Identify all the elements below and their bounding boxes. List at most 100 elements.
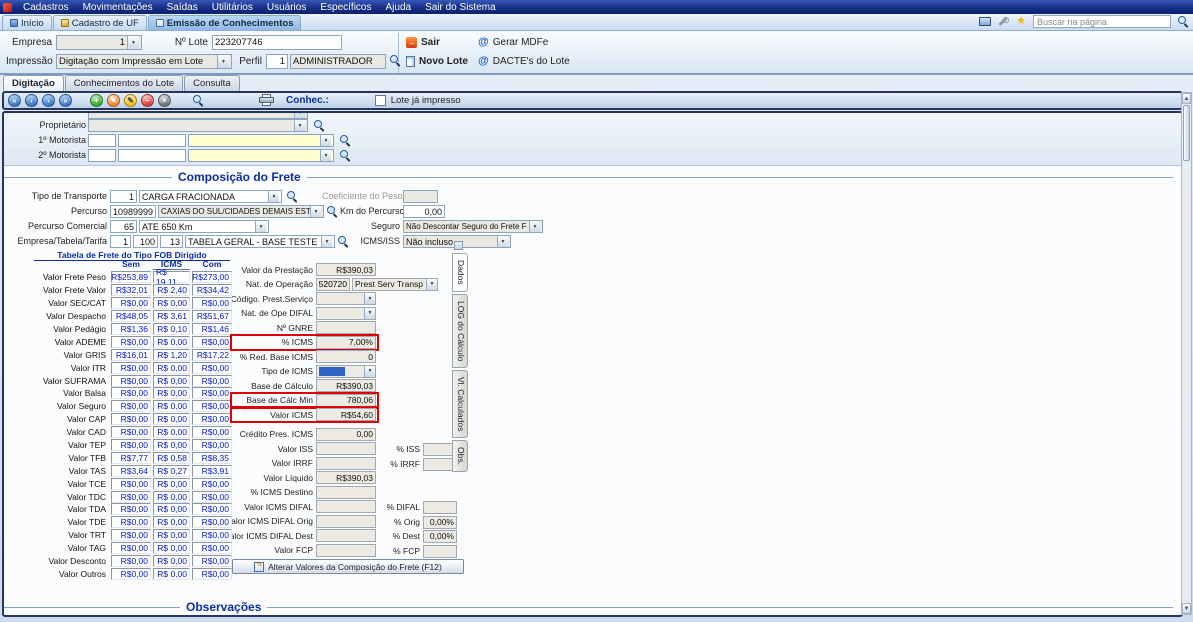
- freight-value-cell[interactable]: R$7,77: [111, 452, 151, 464]
- freight-value-cell[interactable]: R$0,00: [192, 529, 232, 541]
- dropdown-arrow-icon[interactable]: ▼: [127, 36, 139, 49]
- novo-lote-button[interactable]: Novo Lote: [406, 56, 468, 67]
- dropdown-arrow-icon[interactable]: ▼: [529, 221, 540, 232]
- vertical-scrollbar[interactable]: ▲ ▼: [1181, 92, 1192, 615]
- browser-tab-inicio[interactable]: Início: [2, 15, 52, 30]
- menu-item-utilitarios[interactable]: Utilitários: [205, 0, 260, 14]
- page-search-input[interactable]: [1033, 15, 1171, 28]
- search-icon[interactable]: [338, 236, 349, 247]
- freight-value-cell[interactable]: R$0,00: [192, 387, 232, 399]
- freight-value-cell[interactable]: R$0,00: [192, 542, 232, 554]
- last-record-button[interactable]: »: [59, 94, 72, 107]
- dactes-lote-button[interactable]: @ DACTE's do Lote: [478, 56, 570, 67]
- freight-value-cell[interactable]: R$0,00: [111, 362, 151, 374]
- dropdown-arrow-icon[interactable]: ▼: [268, 191, 279, 202]
- freight-value-cell[interactable]: R$0,00: [111, 503, 151, 515]
- freight-value-cell[interactable]: R$0,00: [111, 491, 151, 503]
- scrollbar-track[interactable]: [1182, 162, 1191, 603]
- perfil-name-field[interactable]: ADMINISTRADOR: [290, 54, 386, 69]
- tools-icon[interactable]: [998, 16, 1009, 27]
- freight-value-cell[interactable]: R$0,00: [111, 387, 151, 399]
- percurso-code-input[interactable]: 10989999: [110, 205, 156, 218]
- freight-value-cell[interactable]: R$273,00: [192, 271, 232, 283]
- tabela-tabela-input[interactable]: 100: [133, 235, 158, 248]
- freight-value-cell[interactable]: R$0,00: [192, 568, 232, 580]
- freight-value-cell[interactable]: R$0,00: [111, 426, 151, 438]
- freight-value-cell[interactable]: R$51,67: [192, 310, 232, 322]
- freight-value-cell[interactable]: R$0,00: [111, 478, 151, 490]
- icms-input[interactable]: 7,00%: [316, 336, 376, 349]
- motorista2-name-select[interactable]: ▼: [188, 149, 334, 162]
- percurso-select[interactable]: CAXIAS DO SUL/CIDADES DEMAIS ESTADOS ▼: [158, 205, 324, 218]
- freight-value-cell[interactable]: R$0,00: [111, 439, 151, 451]
- freight-value-cell[interactable]: R$0,00: [111, 375, 151, 387]
- annotate-record-button[interactable]: ✎: [124, 94, 137, 107]
- menu-item-cadastros[interactable]: Cadastros: [16, 0, 76, 14]
- delete-record-button[interactable]: −: [141, 94, 154, 107]
- freight-value-cell[interactable]: R$ 0,00: [153, 568, 190, 580]
- freight-value-cell[interactable]: R$0,00: [111, 336, 151, 348]
- freight-value-cell[interactable]: R$17,22: [192, 349, 232, 361]
- dest-input[interactable]: 0,00%: [423, 530, 457, 543]
- freight-value-cell[interactable]: R$ 0,00: [153, 426, 190, 438]
- freight-value-cell[interactable]: R$ 0,00: [153, 491, 190, 503]
- freight-value-cell[interactable]: R$0,00: [192, 375, 232, 387]
- nat-de-operacao-code-input[interactable]: 520720: [316, 278, 350, 291]
- search-icon[interactable]: [314, 120, 325, 131]
- freight-value-cell[interactable]: R$0,00: [111, 297, 151, 309]
- freight-value-cell[interactable]: R$8,35: [192, 452, 232, 464]
- menu-item-usuarios[interactable]: Usuários: [260, 0, 313, 14]
- n-gnre-input[interactable]: [316, 321, 376, 334]
- freight-value-cell[interactable]: R$0,00: [111, 568, 151, 580]
- tab-conhecimentos-do-lote[interactable]: Conhecimentos do Lote: [65, 75, 183, 91]
- freight-value-cell[interactable]: R$ 19,11: [153, 271, 190, 283]
- freight-value-cell[interactable]: R$ 0,00: [153, 478, 190, 490]
- menu-item-especificos[interactable]: Específicos: [313, 0, 378, 14]
- dropdown-arrow-icon[interactable]: ▼: [426, 279, 437, 290]
- freight-value-cell[interactable]: R$ 0,00: [153, 400, 190, 412]
- search-icon[interactable]: [390, 55, 401, 66]
- scroll-up-button[interactable]: ▲: [1182, 93, 1191, 104]
- tabela-tarifa-input[interactable]: 13: [160, 235, 183, 248]
- motorista1-code-input[interactable]: [88, 134, 116, 147]
- freight-value-cell[interactable]: R$ 0,00: [153, 413, 190, 425]
- freight-value-cell[interactable]: R$ 1,20: [153, 349, 190, 361]
- nat-de-operacao-select[interactable]: Prest Serv Transp In▼: [352, 278, 438, 291]
- freight-value-cell[interactable]: R$0,00: [192, 426, 232, 438]
- nat-de-ope-difal-select[interactable]: ▼: [316, 307, 376, 320]
- side-tab-log-do-calculo[interactable]: LOG do Cálculo: [452, 294, 468, 368]
- side-tab-obs[interactable]: Obs.: [452, 440, 468, 472]
- favorite-icon[interactable]: ★: [1016, 16, 1026, 27]
- motorista1-name-select[interactable]: ▼: [188, 134, 334, 147]
- scroll-down-button[interactable]: ▼: [1182, 603, 1191, 614]
- dropdown-arrow-icon[interactable]: ▼: [321, 236, 332, 247]
- tipo-transporte-code-input[interactable]: 1: [110, 190, 137, 203]
- edit-record-button[interactable]: ✎: [107, 94, 120, 107]
- freight-value-cell[interactable]: R$3,64: [111, 465, 151, 477]
- freight-value-cell[interactable]: R$0,00: [192, 478, 232, 490]
- freight-value-cell[interactable]: R$3,91: [192, 465, 232, 477]
- motorista1-doc-input[interactable]: [118, 134, 186, 147]
- freight-value-cell[interactable]: R$0,00: [192, 413, 232, 425]
- next-record-button[interactable]: ›: [42, 94, 55, 107]
- search-icon[interactable]: [1178, 16, 1189, 27]
- dropdown-arrow-icon[interactable]: ▼: [320, 150, 331, 161]
- sair-button[interactable]: → Sair: [406, 37, 440, 48]
- freight-value-cell[interactable]: R$ 0,10: [153, 323, 190, 335]
- freight-value-cell[interactable]: R$ 0,00: [153, 503, 190, 515]
- side-tab-vl-calculados[interactable]: Vl. Calculados: [452, 370, 468, 438]
- freight-value-cell[interactable]: R$0,00: [111, 400, 151, 412]
- difal-input[interactable]: [423, 501, 457, 514]
- freight-value-cell[interactable]: R$0,00: [192, 400, 232, 412]
- freight-value-cell[interactable]: R$0,00: [111, 516, 151, 528]
- empresa-select[interactable]: 1 ▼: [56, 35, 142, 50]
- freight-value-cell[interactable]: R$48,05: [111, 310, 151, 322]
- menu-item-ajuda[interactable]: Ajuda: [378, 0, 418, 14]
- percurso-comercial-code-input[interactable]: 65: [110, 220, 137, 233]
- coeficiente-peso-input[interactable]: [403, 190, 438, 203]
- browser-tab-cadastro-de-uf[interactable]: Cadastro de UF: [53, 15, 147, 30]
- freight-value-cell[interactable]: R$34,42: [192, 284, 232, 296]
- freight-value-cell[interactable]: R$0,00: [192, 503, 232, 515]
- dropdown-arrow-icon[interactable]: ▼: [294, 120, 305, 131]
- freight-value-cell[interactable]: R$ 0,00: [153, 439, 190, 451]
